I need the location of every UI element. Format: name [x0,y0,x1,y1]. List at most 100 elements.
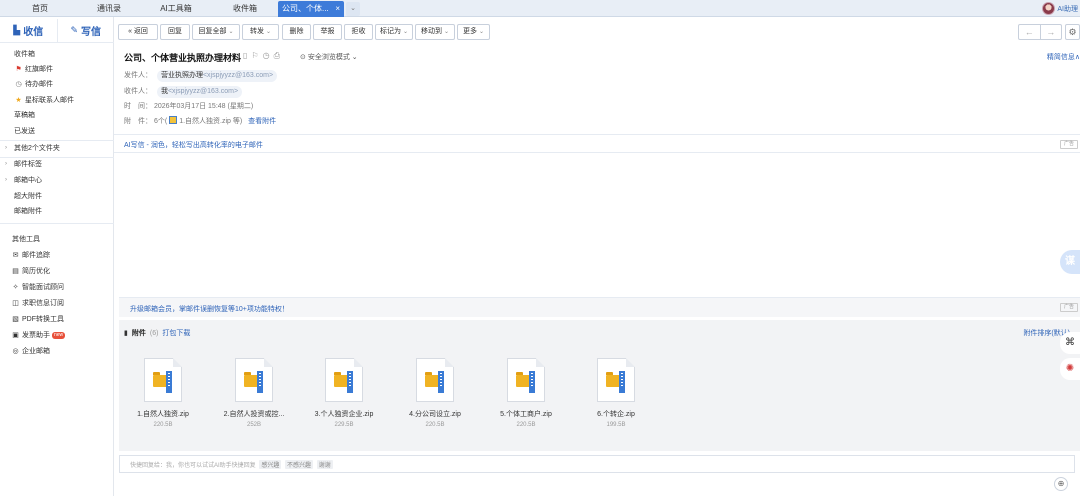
tools-title: 其他工具 [0,232,114,247]
attachment-file[interactable]: 4.分公司设立.zip 220.5B [395,358,475,428]
attachment-row: 附 件： 6个(1.自然人独资.zip 等) 查看附件 [124,116,276,128]
attachment-file[interactable]: 5.个体工商户.zip 220.5B [486,358,566,428]
sidebar-item-tags[interactable]: › 邮件标签 [0,157,114,172]
sidebar-item-mail-attachment[interactable]: 邮箱附件 [0,204,114,219]
arrow-left-icon[interactable]: ← [1019,25,1041,39]
reply-button[interactable]: 回复 [160,24,190,40]
sidebar-item-sent[interactable]: 已发送 [0,124,114,139]
back-button[interactable]: « 返回 [118,24,158,40]
sidebar-item-label: 邮箱附件 [14,208,42,215]
sidebar-item-drafts[interactable]: 草稿箱 [0,108,114,123]
file-size: 252B [246,422,261,428]
tool-interview-advisor[interactable]: ✧ 智能面试顾问 [0,280,114,295]
attachment-file[interactable]: 1.自然人独资.zip 220.5B [123,358,203,428]
mark-as-button[interactable]: 标记为 ⌄ [375,24,413,40]
safe-mode-label: 安全浏览模式 [307,54,350,61]
more-button[interactable]: 更多 ⌄ [457,24,490,40]
tool-mail-tracking[interactable]: ✉ 邮件追踪 [0,248,114,263]
attachment-file[interactable]: 2.自然人投资或控... 252B [214,358,294,428]
tab-ai-toolbox[interactable]: AI工具箱 [138,1,214,17]
sidebar-item-inbox[interactable]: 收件箱 [0,47,114,62]
file-size: 220.5B [516,422,536,428]
tab-current-mail[interactable]: 公司、个体... × [278,1,344,17]
file-name: 5.个体工商户.zip [500,411,552,418]
attachment-title: 附件 [131,330,146,337]
tab-home[interactable]: 首页 [0,1,80,17]
arrow-right-icon[interactable]: → [1041,25,1062,39]
attachment-file[interactable]: 3.个人独资企业.zip 229.5B [304,358,384,428]
sidebar-item-flagged[interactable]: ⚑ 红旗邮件 [0,62,114,77]
flag-icon[interactable]: ⚐ [251,51,258,61]
forward-button[interactable]: 转发 ⌄ [242,24,279,40]
sidebar-item-todo[interactable]: ◷ 待办邮件 [0,77,114,92]
translate-icon[interactable]: ⌘ [1060,332,1080,354]
chevron-down-icon: ⌄ [402,29,409,35]
attachment-label: 附 件： [124,118,152,125]
back-label: 返回 [133,28,148,35]
download-all-link[interactable]: 打包下载 [162,328,190,338]
zip-file-icon [235,358,273,402]
chevron-down-icon: ⌄ [443,29,450,35]
tab-contacts[interactable]: 通讯录 [80,1,138,17]
ai-helper-button[interactable]: AI助理 [1042,2,1078,15]
sender-chip[interactable]: 营业执照办理<xjspjyyzz@163.com> [156,70,278,82]
tab-overflow-button[interactable]: ⌄ [346,2,360,16]
ai-write-banner[interactable]: AI写信 - 润色，轻松写出高转化率的电子邮件 广告 [114,134,1080,153]
print-icon[interactable]: ⎙ [274,51,280,61]
safe-mode-toggle[interactable]: ⊙ 安全浏览模式 ⌄ [300,52,358,62]
tool-enterprise-mail[interactable]: ◎ 企业邮箱 [0,344,114,359]
tool-resume-optimize[interactable]: ▤ 简历优化 [0,264,114,279]
sidebar-item-other-folders[interactable]: › 其他2个文件夹 [0,141,114,156]
tab-inbox[interactable]: 收件箱 [214,1,276,17]
chevron-down-icon: ⌄ [351,54,358,61]
reject-button[interactable]: 拒收 [344,24,373,40]
ad-tag: 广告 [1060,303,1078,312]
file-size: 229.5B [334,422,354,428]
move-to-button[interactable]: 移动到 ⌄ [415,24,455,40]
tool-pdf-convert[interactable]: ▧ PDF转换工具 [0,312,114,327]
attachment-first: 1.自然人独资.zip 等) [179,118,243,125]
report-button[interactable]: 举报 [313,24,342,40]
app-icon[interactable]: ✺ [1060,358,1080,380]
delete-button[interactable]: 删除 [282,24,311,40]
tool-job-subscription[interactable]: ◫ 求职信息订阅 [0,296,114,311]
sidebar: ▙ 收信 ✎ 写信 收件箱 ⚑ 红旗邮件 ◷ 待办邮件 ★ 星标联系人邮件 草稿箱 已… [0,17,114,496]
ad-tag: 广告 [1060,140,1078,149]
file-name: 3.个人独资企业.zip [314,411,374,418]
sidebar-item-starred[interactable]: ★ 星标联系人邮件 [0,93,114,108]
time-value: 2026年03月17日 15:48 (星期二) [153,103,254,110]
quick-reply-chip[interactable]: 感兴趣 [259,460,282,469]
file-name: 4.分公司设立.zip [409,411,461,418]
side-float-button[interactable]: 谋 [1060,250,1080,274]
zip-file-icon [144,358,182,402]
chevron-down-icon: ⌄ [478,29,485,35]
bookmark-icon[interactable]: ▯ [243,51,247,61]
close-icon[interactable]: × [335,1,340,17]
recipient-chip[interactable]: 我<xjspjyyzz@163.com> [156,86,243,98]
sidebar-item-label: 星标联系人邮件 [25,97,74,104]
tool-invoice-helper[interactable]: ▣ 发票助手 new [0,328,114,343]
invoice-icon: ▣ [12,332,19,339]
time-row: 时 间： 2026年03月17日 15:48 (星期二) [124,101,253,113]
quick-reply-input[interactable]: 快捷回复给：我，你也可以试试AI助手快捷回复 感兴趣 不感兴趣 谢谢 [119,455,1075,473]
reply-all-button[interactable]: 回复全部 ⌄ [192,24,240,40]
sidebar-item-large-attachment[interactable]: 超大附件 [0,189,114,204]
view-attachment-link[interactable]: 查看附件 [248,118,276,125]
gear-icon[interactable]: ⚙ [1065,24,1080,40]
sidebar-item-center[interactable]: › 邮箱中心 [0,173,114,188]
zoom-icon[interactable]: ⊕ [1054,477,1068,491]
move-to-label: 移动到 [420,28,442,35]
attachment-count: (6) [149,329,159,337]
quick-reply-chip[interactable]: 谢谢 [316,460,333,469]
receive-button[interactable]: ▙ 收信 [0,19,58,42]
attachment-file[interactable]: 6.个转企.zip 199.5B [576,358,656,428]
quick-reply-chip[interactable]: 不感兴趣 [285,460,314,469]
upgrade-banner[interactable]: 升级邮箱会员，掌邮件误删恢复等10+项功能特权！ 广告 [119,297,1080,317]
file-name: 6.个转企.zip [597,411,635,418]
clock-icon[interactable]: ◷ [263,51,270,61]
upgrade-text: 升级邮箱会员，掌邮件误删恢复等10+项功能特权！ [130,306,289,313]
pdf-icon: ▧ [12,316,19,323]
compact-info-link[interactable]: 精简信息∧ [1047,52,1080,62]
tab-current-mail-label: 公司、个体... [282,4,329,13]
write-button[interactable]: ✎ 写信 [58,19,115,42]
